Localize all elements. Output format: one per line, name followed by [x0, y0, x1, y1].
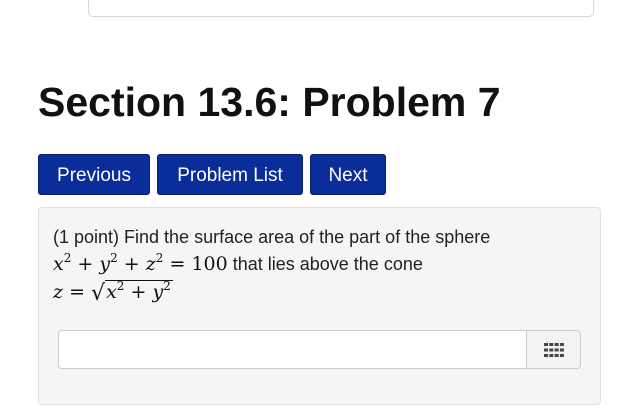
previous-button[interactable]: Previous [38, 154, 150, 195]
sqrt-symbol: √ [91, 281, 106, 306]
above-cone-text: that lies above the cone [232, 254, 423, 274]
answer-input[interactable] [58, 330, 527, 369]
cone-equation-line: z = √x2 + y2 [53, 280, 173, 306]
next-button[interactable]: Next [310, 154, 386, 195]
cone-equation: z = √x2 + y2 [53, 279, 173, 306]
previous-section-panel [88, 0, 594, 17]
keypad-grid-icon [544, 343, 564, 357]
problem-intro: (1 point) Find the surface area of the p… [53, 227, 491, 247]
keypad-button[interactable] [527, 330, 581, 369]
problem-box: (1 point) Find the surface area of the p… [38, 207, 601, 405]
sphere-equation-line: x2 + y2 + z2 = 100 that lies above the c… [53, 252, 423, 276]
page-title: Section 13.6: Problem 7 [38, 79, 501, 125]
problem-list-button[interactable]: Problem List [157, 154, 303, 195]
sphere-equation: x2 + y2 + z2 = 100 [53, 251, 228, 275]
